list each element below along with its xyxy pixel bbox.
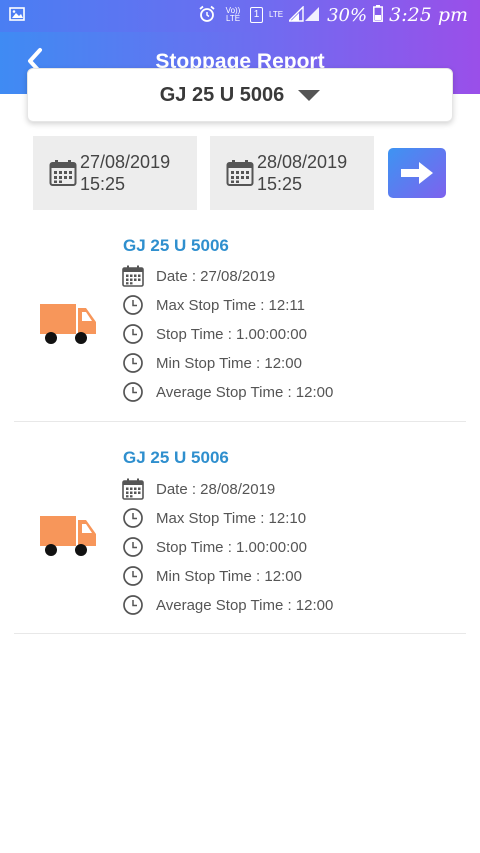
truck-icon — [40, 304, 96, 344]
clock-icon — [123, 537, 143, 557]
from-date-value: 27/08/2019 — [80, 152, 171, 172]
clock-icon — [123, 595, 143, 615]
to-time-value: 15:25 — [257, 174, 303, 194]
gallery-notification-icon — [9, 7, 25, 26]
calendar-icon — [122, 265, 144, 287]
lte-indicator: LTE — [269, 10, 284, 19]
clock-icon — [123, 382, 143, 402]
record-date: Date : 28/08/2019 — [122, 477, 275, 501]
record-vehicle-title: GJ 25 U 5006 — [123, 448, 229, 467]
record-min-stop-text: Min Stop Time : 12:00 — [156, 354, 302, 372]
calendar-icon — [122, 478, 144, 500]
search-submit-button[interactable] — [388, 148, 446, 198]
clock-icon — [123, 508, 143, 528]
clock-icon — [123, 324, 143, 344]
record-date-text: Date : 27/08/2019 — [156, 267, 276, 285]
stoppage-record[interactable]: GJ 25 U 5006 Date : 27/08/2019 Max Stop … — [14, 236, 466, 422]
stoppage-report-screen: Vo)) LTE 1 LTE 30% 3:25 pm Stoppage Repo… — [0, 0, 480, 853]
record-avg-stop-text: Average Stop Time : 12:00 — [156, 596, 334, 614]
record-max-stop-text: Max Stop Time : 12:10 — [156, 509, 307, 527]
alarm-icon — [198, 5, 216, 26]
to-date-value: 28/08/2019 — [257, 152, 348, 172]
from-date-text: 27/08/2019 15:25 — [80, 151, 170, 195]
record-stop-time-text: Stop Time : 1.00:00:00 — [156, 538, 307, 556]
status-bar: Vo)) LTE 1 LTE 30% 3:25 pm — [0, 0, 480, 32]
stoppage-record[interactable]: GJ 25 U 5006 Date : 28/08/2019 Max Stop … — [14, 448, 466, 634]
from-time-value: 15:25 — [80, 174, 126, 194]
to-date-picker[interactable]: 28/08/2019 15:25 — [210, 136, 374, 210]
record-min-stop: Min Stop Time : 12:00 — [122, 564, 302, 588]
record-stop-time-text: Stop Time : 1.00:00:00 — [156, 325, 307, 343]
vehicle-dropdown[interactable]: GJ 25 U 5006 — [27, 68, 453, 122]
battery-percent: 30% — [327, 4, 368, 26]
clock-icon — [123, 353, 143, 373]
volte-indicator: Vo)) LTE — [225, 6, 241, 23]
battery-icon — [373, 5, 384, 25]
record-date-text: Date : 28/08/2019 — [156, 480, 276, 498]
record-vehicle-title: GJ 25 U 5006 — [123, 236, 229, 255]
record-max-stop: Max Stop Time : 12:11 — [122, 293, 305, 317]
clock-icon — [123, 295, 143, 315]
from-date-picker[interactable]: 27/08/2019 15:25 — [33, 136, 197, 210]
record-stop-time: Stop Time : 1.00:00:00 — [122, 322, 307, 346]
vehicle-dropdown-value: GJ 25 U 5006 — [159, 83, 285, 106]
clock-icon — [123, 566, 143, 586]
record-avg-stop-text: Average Stop Time : 12:00 — [156, 383, 334, 401]
record-stop-time: Stop Time : 1.00:00:00 — [122, 535, 307, 559]
record-avg-stop: Average Stop Time : 12:00 — [122, 593, 333, 617]
clock: 3:25 pm — [389, 4, 468, 26]
record-avg-stop: Average Stop Time : 12:00 — [122, 380, 333, 404]
signal-icon — [287, 4, 321, 25]
chevron-down-icon — [298, 89, 321, 101]
calendar-icon — [49, 160, 77, 186]
record-max-stop: Max Stop Time : 12:10 — [122, 506, 306, 530]
record-min-stop-text: Min Stop Time : 12:00 — [156, 567, 302, 585]
sim-icon: 1 — [250, 7, 264, 23]
to-date-text: 28/08/2019 15:25 — [257, 151, 347, 195]
record-date: Date : 27/08/2019 — [122, 264, 275, 288]
truck-icon — [40, 516, 96, 556]
calendar-icon — [226, 160, 254, 186]
record-min-stop: Min Stop Time : 12:00 — [122, 351, 302, 375]
arrow-right-icon — [401, 162, 433, 184]
record-max-stop-text: Max Stop Time : 12:11 — [156, 296, 305, 314]
